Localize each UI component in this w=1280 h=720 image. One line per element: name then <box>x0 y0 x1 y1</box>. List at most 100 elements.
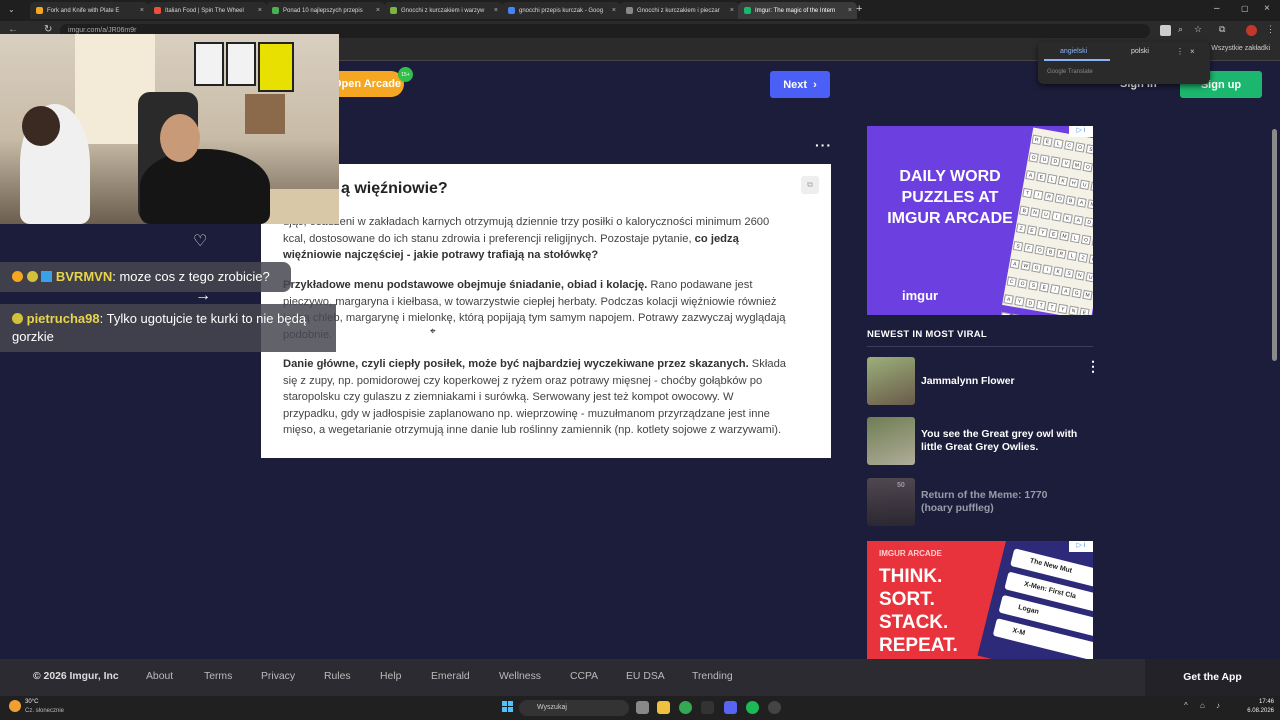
footer-link-terms[interactable]: Terms <box>204 671 232 682</box>
zoom-icon[interactable]: ⌕ <box>1178 24 1183 35</box>
puzzle-cell: Z <box>1077 252 1089 263</box>
puzzle-cell: I <box>1032 189 1044 201</box>
weather-description[interactable]: Cz. słonecznie <box>25 708 64 714</box>
discord-icon[interactable] <box>724 701 737 714</box>
profile-avatar[interactable] <box>1246 25 1257 36</box>
divider <box>867 346 1093 347</box>
copyright-text: © 2026 Imgur, Inc <box>33 671 119 682</box>
post-thumbnail <box>867 357 915 405</box>
extensions-icon[interactable]: ⧉ <box>1219 24 1225 35</box>
network-icon[interactable]: ⌂ <box>1200 701 1205 710</box>
tab-close-icon[interactable]: × <box>848 7 852 14</box>
browser-tab[interactable]: Ponad 10 najlepszych przepis × <box>266 2 385 19</box>
post-more-options-icon[interactable]: ··· <box>815 137 832 153</box>
obs-icon[interactable] <box>768 701 781 714</box>
viral-more-icon[interactable]: ⋮ <box>1086 358 1100 375</box>
chrome-icon[interactable] <box>679 701 692 714</box>
footer-link-rules[interactable]: Rules <box>324 671 351 682</box>
viral-post-item[interactable]: You see the Great grey owl with little G… <box>867 417 1097 467</box>
get-the-app-button[interactable]: Get the App <box>1145 659 1280 696</box>
browser-tab[interactable]: Gnocchi z kurczakiem i pieczar × <box>620 2 739 19</box>
translate-icon[interactable] <box>1160 25 1171 36</box>
puzzle-cell: R <box>1056 248 1067 260</box>
app-icon[interactable] <box>701 701 714 714</box>
tab-search-icon[interactable]: ⌄ <box>8 5 15 14</box>
streamer-left-head <box>22 106 60 146</box>
viral-post-item[interactable]: Jammalynn Flower <box>867 357 1097 407</box>
windows-start-icon[interactable] <box>502 701 514 713</box>
taskbar-search[interactable]: Wyszukaj <box>519 700 629 716</box>
footer-link-eu-dsa[interactable]: EU DSA <box>626 671 665 682</box>
translate-provider: Google Translate <box>1047 69 1093 75</box>
file-explorer-icon[interactable] <box>657 701 670 714</box>
image-copy-icon[interactable]: ⧉ <box>801 176 819 194</box>
post-image[interactable]: ą więźniowie? ⧉ ując, osadzeni w zakłada… <box>261 164 831 458</box>
taskbar-time[interactable]: 17:46 <box>1244 699 1274 705</box>
footer-link-privacy[interactable]: Privacy <box>261 671 295 682</box>
tab-close-icon[interactable]: × <box>494 7 498 14</box>
puzzle-cell: S <box>1063 268 1075 279</box>
source-language-tab[interactable]: angielski <box>1060 48 1087 55</box>
tab-close-icon[interactable]: × <box>258 7 262 14</box>
footer-link-ccpa[interactable]: CCPA <box>570 671 598 682</box>
browser-tab[interactable]: Italian Food | Spin The Wheel × <box>148 2 267 19</box>
arcade-ad-banner[interactable]: RELCOSYSOUDVMOWLAELKHUSATIROBANDBNUIKADO… <box>867 126 1093 315</box>
viral-post-title: Jammalynn Flower <box>921 375 1015 387</box>
browser-tab[interactable]: gnocchi przepis kurczak - Goog × <box>502 2 621 19</box>
tray-chevron-icon[interactable]: ^ <box>1184 701 1188 710</box>
ad-brand-label: IMGUR ARCADE <box>879 549 942 558</box>
post-paragraph-1: ując, osadzeni w zakładach karnych otrzy… <box>283 214 791 264</box>
puzzle-cell: T <box>1046 301 1058 313</box>
minimize-icon[interactable]: – <box>1214 3 1220 14</box>
puzzle-cell: L <box>1046 173 1058 185</box>
taskbar-date[interactable]: 6.08.2026 <box>1236 708 1274 714</box>
tab-close-icon[interactable]: × <box>376 7 380 14</box>
tab-close-icon[interactable]: × <box>140 7 144 14</box>
browser-tab[interactable]: Imgur: The magic of the Intern × <box>738 2 857 19</box>
puzzle-cell: D <box>1025 297 1036 309</box>
maximize-icon[interactable]: ▢ <box>1241 4 1249 13</box>
volume-icon[interactable]: ♪ <box>1216 701 1220 710</box>
bookmark-star-icon[interactable]: ☆ <box>1194 24 1202 35</box>
weather-sun-icon[interactable] <box>9 700 21 712</box>
puzzle-cell: S <box>1090 181 1093 192</box>
heart-icon[interactable]: ♡ <box>193 231 207 251</box>
spotify-icon[interactable] <box>746 701 759 714</box>
puzzle-cell: Z <box>1015 223 1027 234</box>
arcade-sort-ad-banner[interactable]: The New Mut X-Men: First Cla Logan X-M I… <box>867 541 1093 659</box>
puzzle-cell: E <box>1039 282 1050 293</box>
puzzle-cell: A <box>1025 170 1036 181</box>
adchoices-icon[interactable]: ▷ i <box>1069 126 1093 137</box>
translate-menu-icon[interactable]: ⋮ <box>1176 47 1184 56</box>
task-view-icon[interactable] <box>636 701 649 714</box>
footer-link-about[interactable]: About <box>146 671 173 682</box>
tab-label: Fork and Knife with Plate E <box>47 7 120 14</box>
footer-link-trending[interactable]: Trending <box>692 671 733 682</box>
footer-link-wellness[interactable]: Wellness <box>499 671 541 682</box>
weather-temperature[interactable]: 30°C <box>25 699 38 705</box>
tab-favicon-icon <box>36 7 43 14</box>
puzzle-cell: K <box>1052 266 1064 277</box>
adchoices-icon[interactable]: ▷ i <box>1069 541 1093 552</box>
footer-link-emerald[interactable]: Emerald <box>431 671 470 682</box>
all-bookmarks-link[interactable]: Wszystkie zakładki <box>1211 45 1270 52</box>
target-language-tab[interactable]: polski <box>1131 48 1149 55</box>
puzzle-cell: E <box>1036 171 1047 183</box>
tab-close-icon[interactable]: × <box>612 7 616 14</box>
puzzle-cell: O <box>1017 278 1028 289</box>
next-post-button[interactable]: Next › <box>770 71 830 98</box>
page-scrollbar[interactable] <box>1272 129 1277 361</box>
post-thumbnail: 50 <box>867 478 915 526</box>
footer-link-help[interactable]: Help <box>380 671 401 682</box>
open-arcade-button[interactable]: Open Arcade <box>330 71 404 97</box>
browser-menu-icon[interactable]: ⋮ <box>1266 24 1275 35</box>
imgur-logo: imgur <box>902 288 939 303</box>
close-window-icon[interactable]: × <box>1264 3 1270 14</box>
new-tab-button[interactable]: + <box>856 3 862 15</box>
browser-tab[interactable]: Gnocchi z kurczakiem i warzyw × <box>384 2 503 19</box>
browser-tab[interactable]: Fork and Knife with Plate E × <box>30 2 149 19</box>
post-paragraph-2: Przykładowe menu podstawowe obejmuje śni… <box>283 277 791 343</box>
close-icon[interactable]: × <box>1190 47 1195 56</box>
tab-close-icon[interactable]: × <box>730 7 734 14</box>
viral-post-item[interactable]: 50 Return of the Meme: 1770 (hoary puffl… <box>867 478 1097 528</box>
